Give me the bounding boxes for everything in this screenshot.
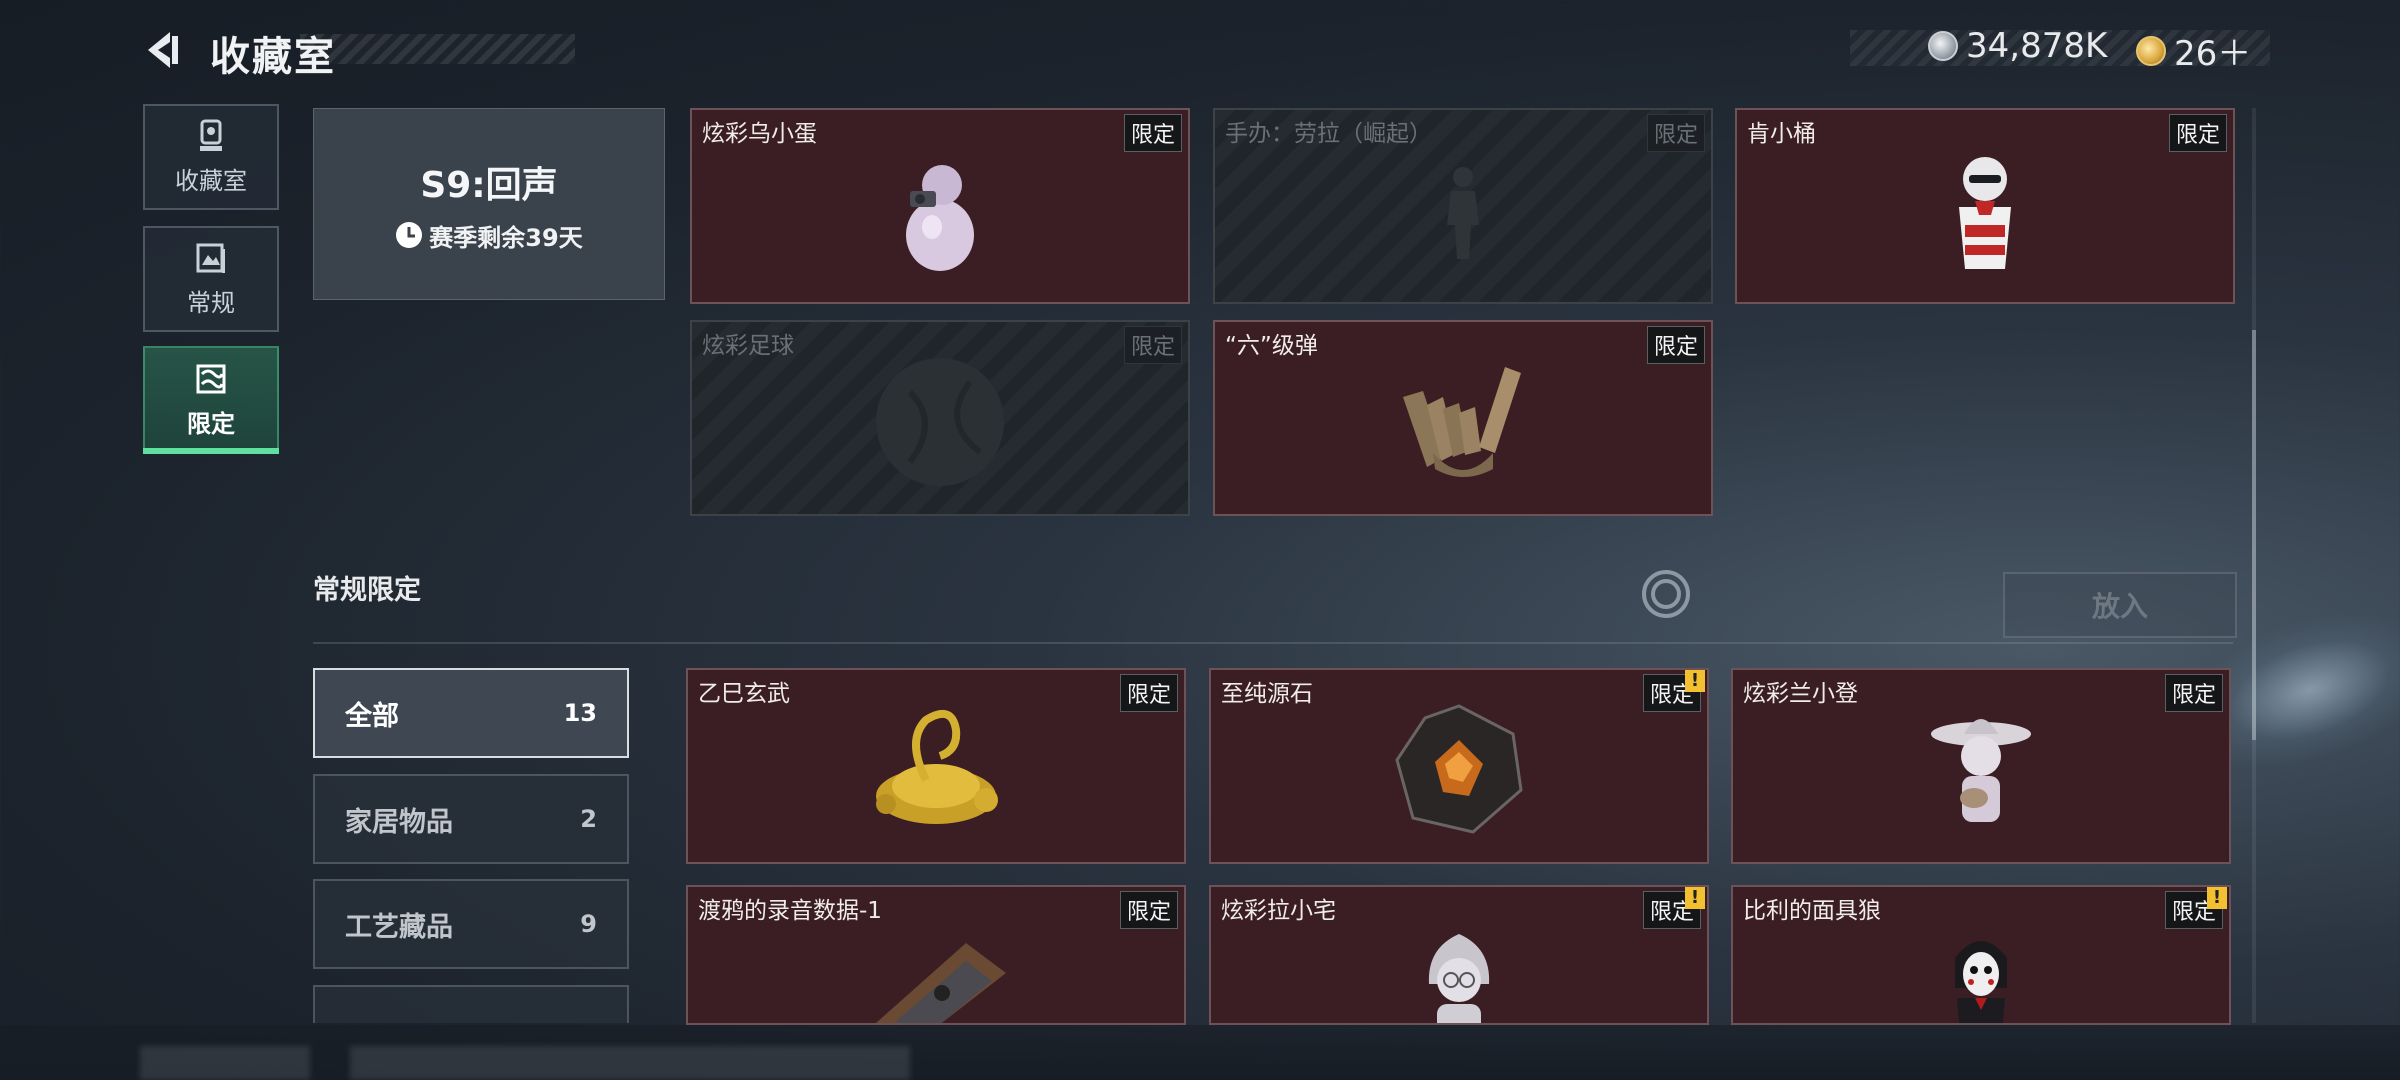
filter-all[interactable]: 全部 13 [313,668,629,758]
filter-label: 全部 [345,700,399,732]
silver-coin-icon [1928,31,1958,61]
item-card-bullet-hand[interactable]: “六”级弹 限定 [1213,320,1713,516]
item-name: 炫彩足球 [702,333,794,359]
section-title: 常规限定 [313,575,421,606]
put-in-button[interactable]: 放入 [2003,572,2237,638]
limited-icon [196,364,226,393]
filter-home-items[interactable]: 家居物品 2 [313,774,629,864]
filter-partial[interactable] [313,985,629,1023]
target-icon[interactable] [1640,568,1692,620]
season-remaining-text: 赛季剩余39天 [429,223,583,252]
item-name: 炫彩拉小宅 [1221,898,1336,924]
nav-item-regular[interactable]: 常规 [143,226,279,332]
section-divider [313,642,2233,644]
puppet-mask-icon [1955,940,2007,1023]
filter-count: 9 [580,910,597,938]
new-alert-icon: ! [2207,887,2227,909]
item-card-sombrero-figure[interactable]: 炫彩兰小登 限定 [1731,668,2231,864]
item-name: 肯小桶 [1747,121,1816,147]
new-alert-icon: ! [1685,670,1705,692]
limited-tag: 限定 [1119,674,1178,712]
currency-gold[interactable]: 26＋ [2136,26,2251,75]
item-name: 至纯源石 [1221,681,1313,707]
filter-label: 家居物品 [345,806,453,838]
nav-item-collection[interactable]: 收藏室 [143,104,279,210]
clock-icon [396,222,423,248]
limited-tag: 限定 [1646,114,1705,152]
item-card-ball-locked[interactable]: 炫彩足球 限定 [690,320,1190,516]
frame-icon [196,243,225,273]
limited-tag: 限定 [1123,114,1182,152]
golden-turtle-icon [876,709,998,824]
bucket-figure-icon [1959,156,2011,269]
limited-tag: 限定 [2164,674,2223,712]
nav-label: 限定 [187,409,235,438]
item-name: 渡鸦的录音数据-1 [698,898,882,924]
nav-active-indicator [143,448,279,454]
cassette-icon [876,942,1006,1023]
item-card-puppet-mask[interactable]: 比利的面具狼 限定 ! [1731,885,2231,1025]
season-remaining: 赛季剩余39天 [395,218,583,253]
ball-silhouette-icon [876,357,1004,486]
title-hatch-decoration [300,34,575,64]
figure-silhouette-icon [1447,166,1479,259]
nav-label: 收藏室 [175,166,247,195]
page-title: 收藏室 [210,34,336,80]
item-name: 炫彩兰小登 [1743,681,1858,707]
filter-count: 2 [580,805,597,833]
blurred-region [350,1046,910,1080]
filter-label: 工艺藏品 [345,911,453,943]
filter-crafts[interactable]: 工艺藏品 9 [313,879,629,969]
item-name: 手办：劳拉（崛起） [1225,121,1432,147]
limited-tag: 限定 [1646,326,1705,364]
currency-silver-value: 34,878K [1966,26,2108,66]
item-card-hooded-figure[interactable]: 炫彩拉小宅 限定 ! [1209,885,1709,1025]
bullet-hand-icon [1403,366,1521,477]
item-card-golden-turtle[interactable]: 乙巳玄武 限定 [686,668,1186,864]
limited-tag: 限定 [1119,891,1178,929]
currency-silver: 34,878K [1928,26,2107,66]
currency-gold-value: 26＋ [2174,34,2252,74]
season-title: S9:回声 [420,164,558,206]
filter-count: 13 [563,699,597,727]
gold-coin-icon [2136,35,2166,66]
hooded-figure-icon [1428,933,1490,1023]
back-button[interactable] [140,26,188,74]
trophy-icon [200,119,222,151]
scrollbar-thumb[interactable] [2252,330,2256,740]
item-card-bucket[interactable]: 肯小桶 限定 [1735,108,2235,304]
item-name: “六”级弹 [1225,333,1318,359]
sombrero-figure-icon [1931,718,2031,822]
limited-tag: 限定 [1123,326,1182,364]
item-card-pure-stone[interactable]: 至纯源石 限定 ! [1209,668,1709,864]
back-arrow-icon [148,32,178,68]
nav-item-limited[interactable]: 限定 [143,346,279,454]
item-name: 比利的面具狼 [1743,898,1881,924]
season-card: S9:回声 赛季剩余39天 [313,108,665,300]
crystal-stone-icon [1395,704,1523,834]
item-card-egg[interactable]: 炫彩乌小蛋 限定 [690,108,1190,304]
item-card-cassette[interactable]: 渡鸦的录音数据-1 限定 [686,885,1186,1025]
blurred-region [140,1046,310,1080]
limited-tag: 限定 [2168,114,2227,152]
item-name: 炫彩乌小蛋 [702,121,817,147]
item-card-lara-locked[interactable]: 手办：劳拉（崛起） 限定 [1213,108,1713,304]
new-alert-icon: ! [1685,887,1705,909]
egg-figure-icon [906,164,974,271]
item-name: 乙巳玄武 [698,681,790,707]
nav-label: 常规 [187,288,235,317]
